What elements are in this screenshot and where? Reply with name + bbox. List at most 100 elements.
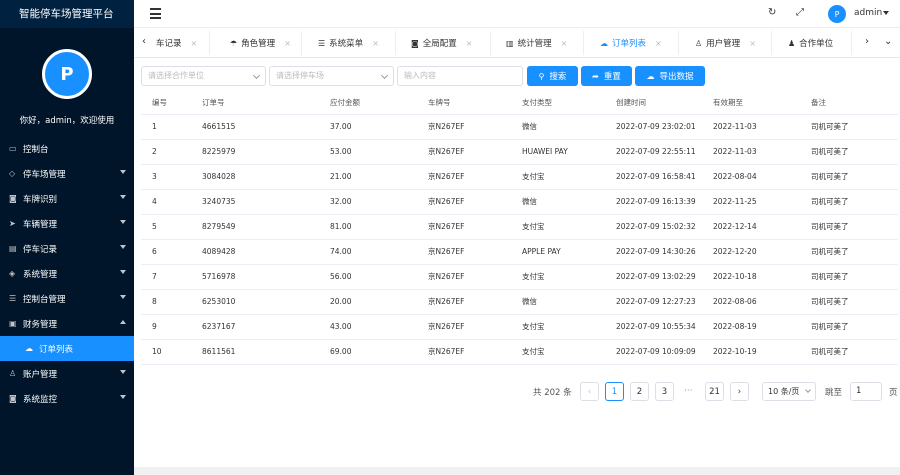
sidebar-item[interactable]: ☰ 控制台管理 <box>0 286 134 311</box>
page-button-1[interactable]: 1 <box>605 382 624 401</box>
refresh-icon[interactable]: ↻ <box>768 7 776 18</box>
partner-select[interactable]: 请选择合作单位 <box>141 66 266 86</box>
sidebar-item[interactable]: ◙ 车牌识别 <box>0 186 134 211</box>
tab-item[interactable]: ♙ 用户管理 × <box>689 31 772 55</box>
prev-page-button[interactable]: ‹ <box>580 382 599 401</box>
search-button[interactable]: ⚲ 搜索 <box>527 66 578 86</box>
keyword-input-placeholder: 输入内容 <box>404 71 436 80</box>
table-row[interactable]: 9 6237167 43.00 京N267EF 支付宝 2022-07-09 10:55:… <box>141 315 898 340</box>
page-button-21[interactable]: 21 <box>705 382 724 401</box>
column-header: 创建时间 <box>616 98 646 107</box>
table-cell: 37.00 <box>330 122 352 131</box>
export-button[interactable]: ☁ 导出数据 <box>635 66 705 86</box>
page-button-2[interactable]: 2 <box>630 382 649 401</box>
close-icon[interactable]: × <box>749 39 756 48</box>
sidebar-item[interactable]: ◇ 停车场管理 <box>0 161 134 186</box>
next-page-button[interactable]: › <box>730 382 749 401</box>
reset-button[interactable]: ➦ 重置 <box>581 66 632 86</box>
tab-label: 角色管理 <box>241 39 276 49</box>
tab-item[interactable]: ☁ 订单列表 × <box>594 31 679 55</box>
welcome-text: 你好，admin，欢迎使用 <box>19 116 115 126</box>
sidebar-item-label: 账户管理 <box>23 369 58 380</box>
table-cell: 2022-07-09 14:30:26 <box>616 247 696 256</box>
table-row[interactable]: 1 4661515 37.00 京N267EF 微信 2022-07-09 23:02:0… <box>141 115 898 140</box>
tab-item[interactable]: ▥ 统计管理 × <box>500 31 584 55</box>
sidebar-item-label: 车牌识别 <box>23 194 58 205</box>
table-cell: 43.00 <box>330 322 352 331</box>
page-button-3[interactable]: 3 <box>655 382 674 401</box>
keyword-input[interactable]: 输入内容 <box>397 66 523 86</box>
caret-down-icon[interactable] <box>883 11 889 15</box>
table-cell: 74.00 <box>330 247 352 256</box>
table-cell: 2022-07-09 22:55:11 <box>616 147 696 156</box>
avatar[interactable]: P <box>42 49 92 99</box>
table-row[interactable]: 5 8279549 81.00 京N267EF 支付宝 2022-07-09 15:02:… <box>141 215 898 240</box>
table-row[interactable]: 3 3084028 21.00 京N267EF 支付宝 2022-07-09 16:58:… <box>141 165 898 190</box>
lot-select[interactable]: 请选择停车场 <box>269 66 394 86</box>
sidebar-item[interactable]: ◈ 系统管理 <box>0 261 134 286</box>
tab-icon: ☂ <box>230 38 238 48</box>
table-cell: 支付宝 <box>522 272 545 281</box>
pagination: 共 202 条 ‹ 1 2 3 ··· 21 › 10 条/页 跳至 1 页 <box>0 382 900 402</box>
table-cell: 司机可美了 <box>811 247 849 256</box>
sidebar-item-label: 订单列表 <box>39 344 74 355</box>
table-cell: 2 <box>152 147 157 156</box>
chevron-down-icon <box>805 387 811 393</box>
table-row[interactable]: 4 3240735 32.00 京N267EF 微信 2022-07-09 16:13:3… <box>141 190 898 215</box>
close-icon[interactable]: × <box>561 39 568 48</box>
tab-icon: ▥ <box>506 38 514 48</box>
export-button-label: 导出数据 <box>659 72 694 82</box>
sidebar-item[interactable]: ☁ 订单列表 <box>0 336 134 361</box>
table-row[interactable]: 6 4089428 74.00 京N267EF APPLE PAY 2022-07-09 … <box>141 240 898 265</box>
sidebar-item[interactable]: ▣ 财务管理 <box>0 311 134 336</box>
header-username[interactable]: admin <box>854 8 882 18</box>
layers-icon: ◈ <box>9 269 16 278</box>
table-cell: 司机可美了 <box>811 222 849 231</box>
table-row[interactable]: 10 8611561 69.00 京N267EF 支付宝 2022-07-09 10:09… <box>141 340 898 365</box>
close-icon[interactable]: × <box>372 39 379 48</box>
pagination-ellipsis[interactable]: ··· <box>684 386 693 396</box>
table-cell: 司机可美了 <box>811 322 849 331</box>
table-cell: 2022-07-09 12:27:23 <box>616 297 696 306</box>
app-title: 智能停车场管理平台 <box>0 0 134 28</box>
table-cell: 2022-10-19 <box>713 347 757 356</box>
chevron-down-icon <box>120 295 126 299</box>
tab-item[interactable]: ☂ 角色管理 × <box>224 31 302 55</box>
wallet-icon: ▣ <box>9 319 17 328</box>
table-cell: 京N267EF <box>428 247 465 256</box>
tab-dropdown-icon[interactable]: ⌄ <box>884 36 892 47</box>
close-icon[interactable]: × <box>655 39 662 48</box>
tab-item[interactable]: ♟ 合作单位 <box>782 31 852 55</box>
close-icon[interactable]: × <box>284 39 291 48</box>
tab-label: 订单列表 <box>612 39 647 49</box>
sidebar-menu: ▭ 控制台 ◇ 停车场管理 ◙ 车牌识别 ➤ 车辆管理 ▤ 停车记录 ◈ 系统管理 ☰ 控制台管理 ▣ 财务管… <box>0 136 134 411</box>
close-icon[interactable]: × <box>466 39 473 48</box>
table-cell: 微信 <box>522 122 537 131</box>
tab-item[interactable]: 车记录 × <box>150 31 210 55</box>
table-cell: 2022-07-09 10:55:34 <box>616 322 696 331</box>
horizontal-scrollbar[interactable] <box>134 467 900 475</box>
tab-item[interactable]: ☰ 系统菜单 × <box>312 31 396 55</box>
table-cell: 4089428 <box>202 247 236 256</box>
close-icon[interactable]: × <box>191 39 198 48</box>
table-row[interactable]: 2 8225979 53.00 京N267EF HUAWEI PAY 2022-07-09… <box>141 140 898 165</box>
goto-page-input[interactable]: 1 <box>850 382 882 401</box>
fullscreen-icon[interactable]: ⤢ <box>796 7 804 18</box>
sidebar-item-label: 控制台 <box>23 144 49 155</box>
chevron-down-icon <box>252 71 261 80</box>
page-size-select[interactable]: 10 条/页 <box>762 382 816 401</box>
header-avatar[interactable]: P <box>828 5 846 23</box>
chevron-down-icon <box>120 220 126 224</box>
tab-item[interactable]: ◙ 全局配置 × <box>405 31 491 55</box>
table-cell: 21.00 <box>330 172 352 181</box>
menu-icon[interactable] <box>150 8 161 22</box>
table-cell: 6 <box>152 247 157 256</box>
table-cell: 2022-11-03 <box>713 147 757 156</box>
table-row[interactable]: 8 6253010 20.00 京N267EF 微信 2022-07-09 12:27:2… <box>141 290 898 315</box>
table-row[interactable]: 7 5716978 56.00 京N267EF 支付宝 2022-07-09 13:02:… <box>141 265 898 290</box>
tab-scroll-left-icon[interactable]: ‹ <box>142 36 146 47</box>
sidebar-item[interactable]: ➤ 车辆管理 <box>0 211 134 236</box>
sidebar-item[interactable]: ▭ 控制台 <box>0 136 134 161</box>
tab-scroll-right-icon[interactable]: › <box>865 36 869 47</box>
sidebar-item[interactable]: ▤ 停车记录 <box>0 236 134 261</box>
